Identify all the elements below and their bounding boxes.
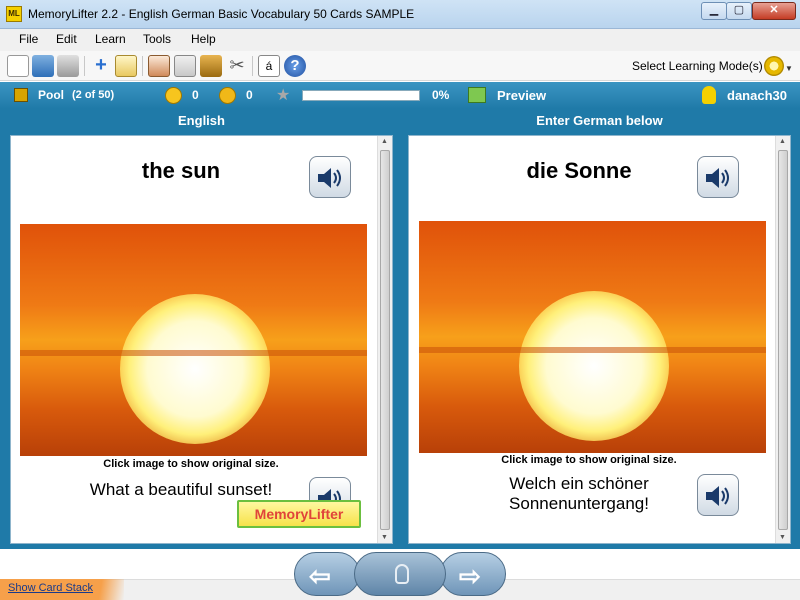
answer-sentence-line-1: Welch ein schöner: [509, 474, 649, 493]
previous-card-button[interactable]: ⇦: [294, 552, 360, 596]
answer-scrollbar[interactable]: ▲ ▼: [775, 136, 790, 543]
menu-bar: File Edit Learn Tools Help: [0, 29, 800, 51]
answer-panel: die Sonne Click image to show original s…: [408, 135, 791, 544]
next-card-button[interactable]: ⇨: [440, 552, 506, 596]
question-word: the sun: [141, 158, 221, 183]
username: danach30: [727, 88, 787, 103]
progress-bar: [302, 90, 420, 101]
scroll-thumb[interactable]: [778, 150, 788, 530]
close-button[interactable]: ✕: [752, 2, 796, 20]
answer-header: Enter German below: [536, 113, 663, 128]
question-sentence: What a beautiful sunset!: [89, 480, 273, 499]
question-header: English: [178, 113, 225, 128]
card-area: English Enter German below the sun Click…: [0, 109, 800, 549]
maximize-button[interactable]: ▢: [726, 2, 752, 20]
scroll-up-icon[interactable]: ▲: [381, 138, 388, 145]
show-card-stack-link[interactable]: Show Card Stack: [8, 582, 93, 594]
preview-icon[interactable]: [468, 87, 486, 103]
chevron-down-icon[interactable]: ▼: [785, 64, 793, 73]
speaker-icon[interactable]: [697, 474, 739, 516]
arrow-right-icon: ⇨: [459, 561, 481, 591]
answer-word: die Sonne: [526, 158, 632, 183]
sun-disc: [519, 291, 669, 441]
question-scrollbar[interactable]: ▲ ▼: [377, 136, 392, 543]
correct-count: 0: [192, 88, 199, 102]
show-card-stack-tab[interactable]: Show Card Stack: [0, 579, 124, 600]
special-characters-icon[interactable]: á: [258, 55, 280, 77]
scroll-up-icon[interactable]: ▲: [779, 138, 786, 145]
toolbar-divider: [84, 56, 85, 76]
toolbar: + ✂ á ? Select Learning Mode(s): [0, 51, 800, 81]
print-icon[interactable]: [57, 55, 79, 77]
correct-smiley-icon: [165, 87, 182, 104]
wrong-smiley-icon: [219, 87, 236, 104]
hint-button[interactable]: [354, 552, 446, 596]
progress-text: 0%: [432, 88, 450, 102]
presentation-icon[interactable]: [148, 55, 170, 77]
question-image[interactable]: [20, 224, 367, 456]
menu-help[interactable]: Help: [191, 32, 216, 46]
lightbulb-icon: [395, 564, 409, 584]
window-title: MemoryLifter 2.2 - English German Basic …: [28, 7, 415, 21]
pool-label: Pool: [38, 88, 64, 102]
app-icon: ML: [6, 6, 22, 22]
star-icon: ★: [276, 87, 291, 104]
question-panel: the sun Click image to show original siz…: [10, 135, 393, 544]
menu-file[interactable]: File: [19, 32, 38, 46]
minimize-button[interactable]: ▁: [701, 2, 727, 20]
open-folder-icon[interactable]: [32, 55, 54, 77]
sun-band: [20, 350, 367, 356]
speaker-icon[interactable]: [309, 156, 351, 198]
memorylifter-logo: MemoryLifter: [237, 500, 361, 528]
user-icon: [702, 86, 716, 104]
pool-count: (2 of 50): [72, 89, 115, 101]
menu-edit[interactable]: Edit: [56, 32, 77, 46]
learning-mode-gear-icon[interactable]: [764, 56, 784, 76]
menu-tools[interactable]: Tools: [143, 32, 171, 46]
card-box-icon[interactable]: [200, 55, 222, 77]
scroll-down-icon[interactable]: ▼: [779, 534, 786, 541]
answer-sentence: Welch ein schöner Sonnenuntergang!: [449, 474, 709, 514]
statistics-icon[interactable]: [174, 55, 196, 77]
edit-card-icon[interactable]: [115, 55, 137, 77]
question-image-caption: Click image to show original size.: [103, 458, 279, 470]
toolbar-divider: [142, 56, 143, 76]
speaker-icon[interactable]: [697, 156, 739, 198]
pool-icon: [14, 88, 28, 102]
learning-mode-label[interactable]: Select Learning Mode(s): [632, 59, 763, 73]
preview-label[interactable]: Preview: [497, 88, 546, 103]
menu-learn[interactable]: Learn: [95, 32, 126, 46]
title-bar: ML MemoryLifter 2.2 - English German Bas…: [0, 0, 800, 29]
answer-image[interactable]: [419, 221, 766, 453]
scroll-down-icon[interactable]: ▼: [381, 534, 388, 541]
status-bar: Pool (2 of 50) 0 0 ★ 0% Preview danach30: [0, 82, 800, 109]
sun-disc: [120, 294, 270, 444]
answer-sentence-line-2: Sonnenuntergang!: [509, 494, 649, 513]
answer-image-caption: Click image to show original size.: [501, 454, 677, 466]
add-card-icon[interactable]: +: [90, 55, 112, 77]
arrow-left-icon: ⇦: [309, 561, 331, 591]
scroll-thumb[interactable]: [380, 150, 390, 530]
tools-icon[interactable]: ✂: [226, 55, 248, 77]
sun-band: [419, 347, 766, 353]
new-file-icon[interactable]: [7, 55, 29, 77]
toolbar-divider: [252, 56, 253, 76]
help-icon[interactable]: ?: [284, 55, 306, 77]
wrong-count: 0: [246, 88, 253, 102]
